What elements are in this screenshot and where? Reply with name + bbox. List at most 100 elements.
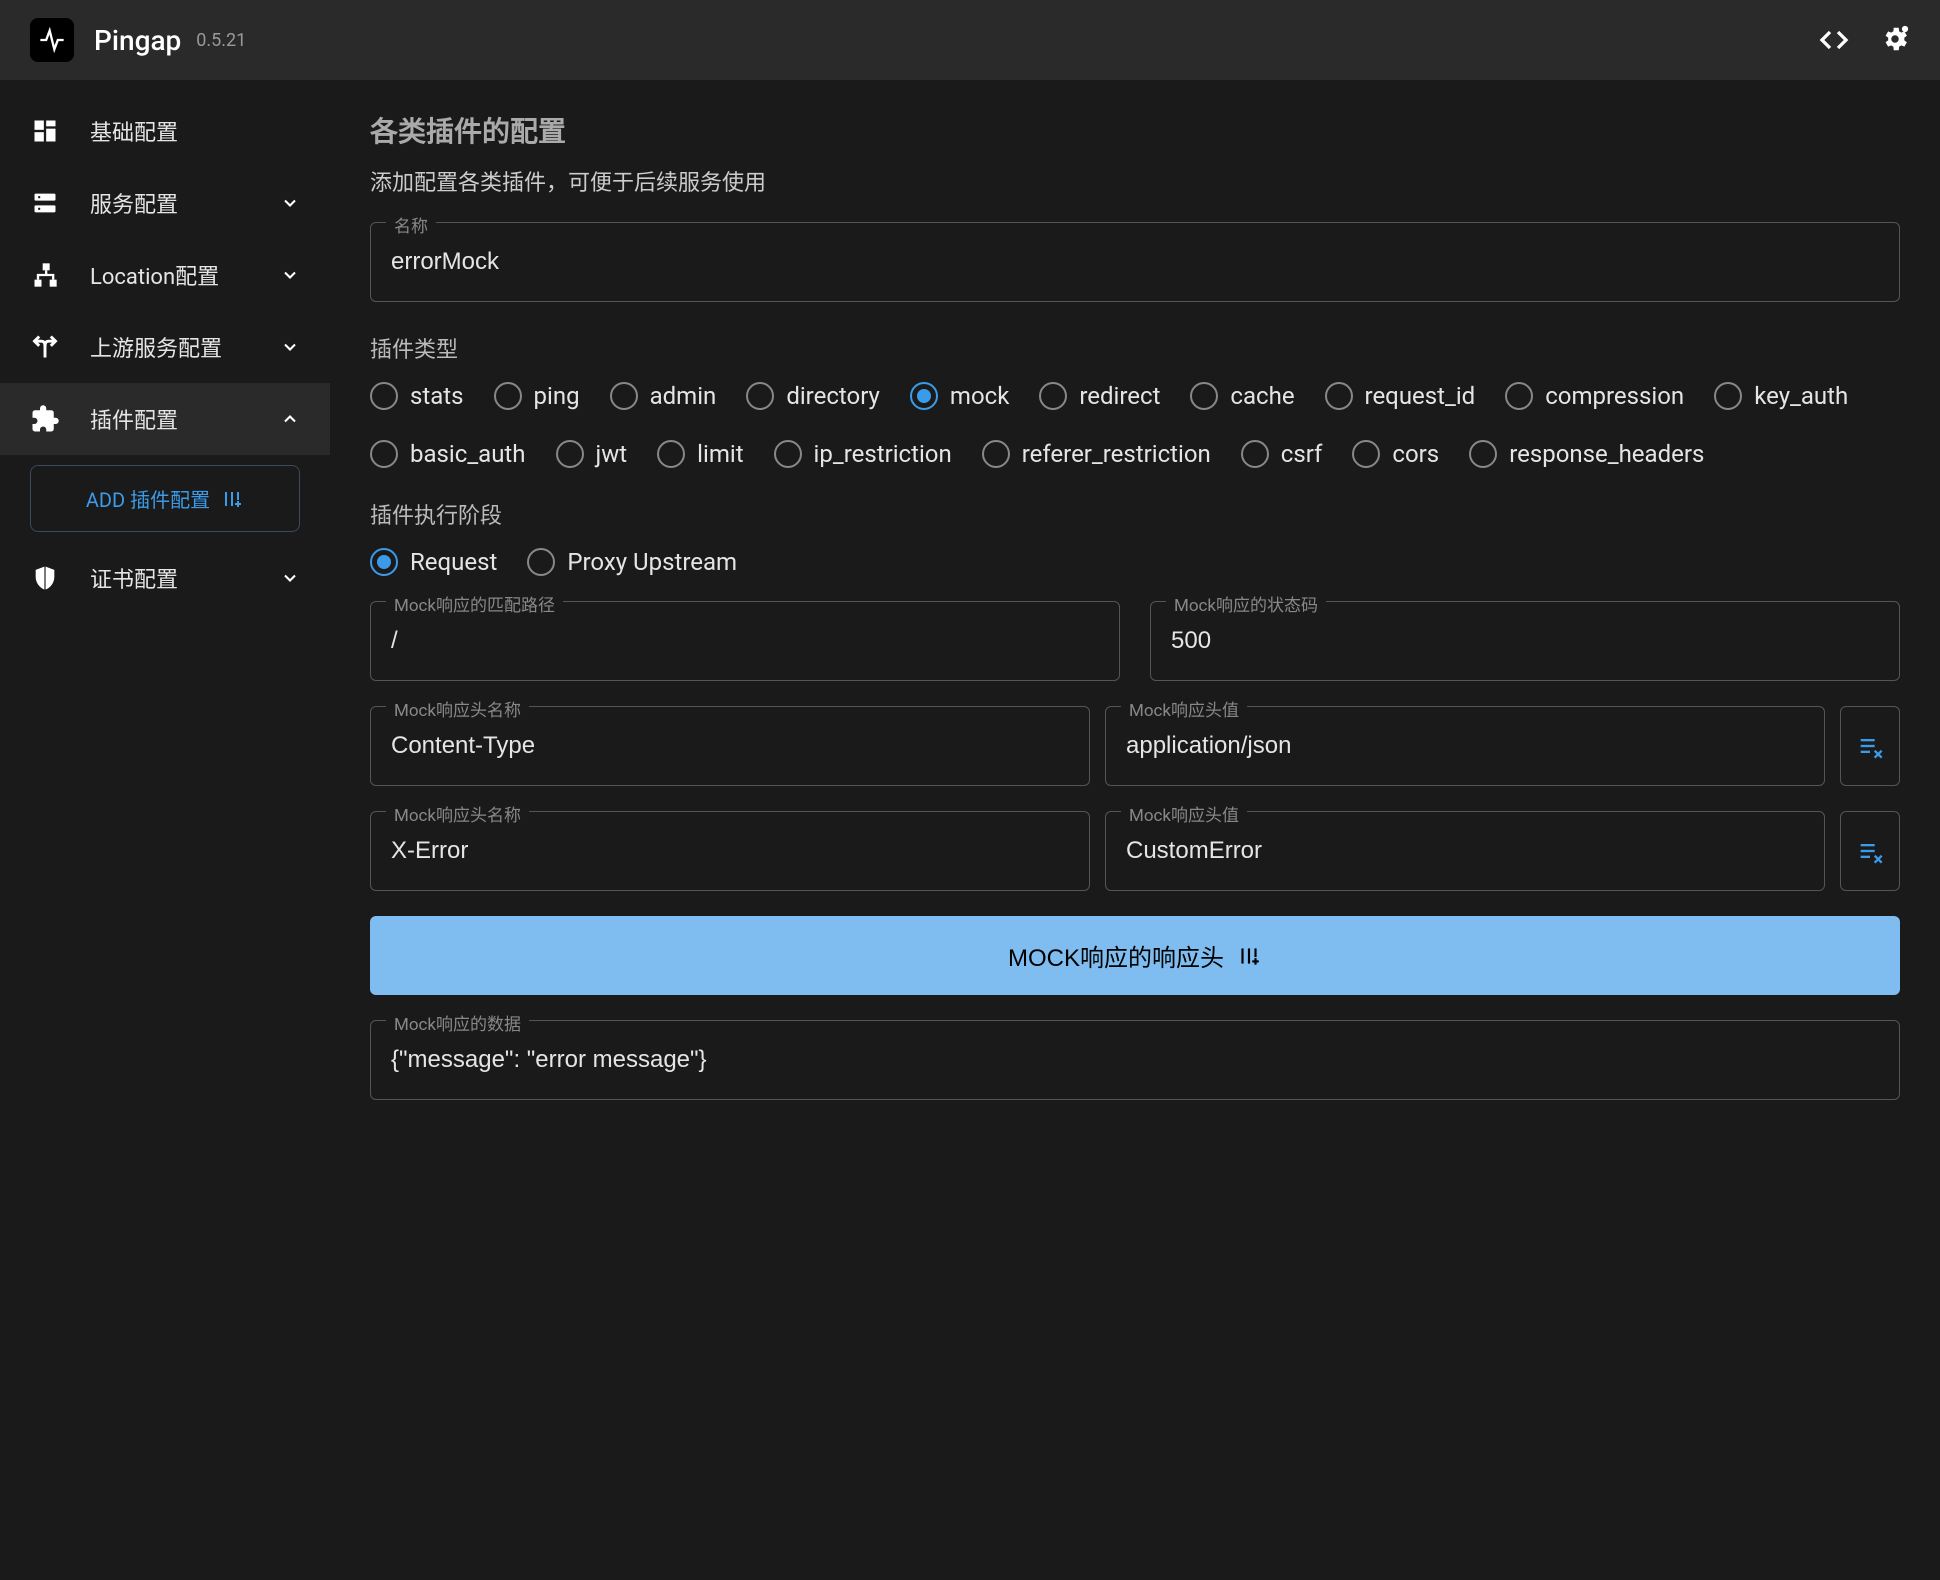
radio-ip_restriction[interactable]: ip_restriction — [774, 440, 952, 468]
radio-request[interactable]: Request — [370, 548, 497, 576]
add-button-label: ADD 插件配置 — [86, 484, 210, 513]
sidebar-item-basic[interactable]: 基础配置 — [0, 95, 330, 167]
radio-compression[interactable]: compression — [1505, 382, 1684, 410]
header-value-group: Mock响应头值 — [1105, 706, 1825, 786]
data-field-group: Mock响应的数据 — [370, 1020, 1900, 1100]
radio-stats[interactable]: stats — [370, 382, 464, 410]
mock-headers-button-label: MOCK响应的响应头 — [1008, 938, 1224, 973]
page-subtitle: 添加配置各类插件，可便于后续服务使用 — [370, 165, 1900, 197]
radio-basic_auth[interactable]: basic_auth — [370, 440, 526, 468]
radio-circle-icon — [982, 440, 1010, 468]
app-name: Pingap — [94, 24, 181, 57]
radio-circle-icon — [746, 382, 774, 410]
radio-circle-icon — [910, 382, 938, 410]
sidebar-item-label: 上游服务配置 — [90, 331, 280, 363]
sidebar-item-upstream[interactable]: 上游服务配置 — [0, 311, 330, 383]
radio-cors[interactable]: cors — [1352, 440, 1439, 468]
settings-gear-icon[interactable] — [1880, 24, 1910, 56]
data-input[interactable] — [370, 1020, 1900, 1100]
sidebar: 基础配置 服务配置 Location配置 上游服务配置 — [0, 80, 330, 1580]
header-name-group: Mock响应头名称 — [370, 811, 1090, 891]
app-header: Pingap 0.5.21 — [0, 0, 1940, 80]
radio-label: Proxy Upstream — [567, 548, 737, 576]
mock-headers-button[interactable]: MOCK响应的响应头 — [370, 916, 1900, 995]
page-title: 各类插件的配置 — [370, 110, 1900, 150]
radio-label: ip_restriction — [814, 440, 952, 468]
radio-ping[interactable]: ping — [494, 382, 580, 410]
puzzle-icon — [30, 404, 60, 434]
sidebar-item-plugins[interactable]: 插件配置 — [0, 383, 330, 455]
radio-circle-icon — [1325, 382, 1353, 410]
header-row: Mock响应头名称 Mock响应头值 — [370, 811, 1900, 891]
radio-circle-icon — [370, 548, 398, 576]
radio-label: cache — [1230, 382, 1294, 410]
radio-label: key_auth — [1754, 382, 1848, 410]
radio-label: jwt — [596, 440, 628, 468]
sidebar-item-server[interactable]: 服务配置 — [0, 167, 330, 239]
radio-key_auth[interactable]: key_auth — [1714, 382, 1848, 410]
radio-label: compression — [1545, 382, 1684, 410]
radio-mock[interactable]: mock — [910, 382, 1009, 410]
radio-circle-icon — [527, 548, 555, 576]
radio-label: Request — [410, 548, 497, 576]
radio-redirect[interactable]: redirect — [1039, 382, 1160, 410]
plugin-type-label: 插件类型 — [370, 332, 1900, 364]
radio-circle-icon — [774, 440, 802, 468]
chevron-down-icon — [280, 568, 300, 588]
radio-admin[interactable]: admin — [610, 382, 717, 410]
radio-circle-icon — [1352, 440, 1380, 468]
header-name-label: Mock响应头名称 — [386, 696, 529, 721]
radio-response_headers[interactable]: response_headers — [1469, 440, 1704, 468]
header-value-label: Mock响应头值 — [1121, 801, 1247, 826]
shield-icon — [30, 563, 60, 593]
sidebar-item-label: Location配置 — [90, 259, 280, 291]
sidebar-item-label: 基础配置 — [90, 115, 300, 147]
radio-directory[interactable]: directory — [746, 382, 880, 410]
hierarchy-icon — [30, 260, 60, 290]
dashboard-icon — [30, 116, 60, 146]
sidebar-item-label: 服务配置 — [90, 187, 280, 219]
data-label: Mock响应的数据 — [386, 1010, 529, 1035]
radio-label: stats — [410, 382, 464, 410]
radio-referer_restriction[interactable]: referer_restriction — [982, 440, 1211, 468]
main-content: 各类插件的配置 添加配置各类插件，可便于后续服务使用 名称 插件类型 stats… — [330, 80, 1940, 1580]
header-row: Mock响应头名称 Mock响应头值 — [370, 706, 1900, 786]
chevron-down-icon — [280, 193, 300, 213]
header-name-label: Mock响应头名称 — [386, 801, 529, 826]
code-icon[interactable] — [1818, 24, 1850, 56]
add-plugin-button[interactable]: ADD 插件配置 — [30, 465, 300, 532]
radio-label: mock — [950, 382, 1009, 410]
header-name-group: Mock响应头名称 — [370, 706, 1090, 786]
radio-cache[interactable]: cache — [1190, 382, 1294, 410]
delete-header-button[interactable] — [1840, 706, 1900, 786]
radio-request_id[interactable]: request_id — [1325, 382, 1476, 410]
exec-stage-label: 插件执行阶段 — [370, 498, 1900, 530]
name-input[interactable] — [370, 222, 1900, 302]
radio-csrf[interactable]: csrf — [1241, 440, 1323, 468]
radio-circle-icon — [610, 382, 638, 410]
radio-circle-icon — [1469, 440, 1497, 468]
path-field-group: Mock响应的匹配路径 — [370, 601, 1120, 681]
radio-jwt[interactable]: jwt — [556, 440, 628, 468]
chevron-down-icon — [280, 265, 300, 285]
radio-limit[interactable]: limit — [657, 440, 743, 468]
sidebar-item-label: 插件配置 — [90, 403, 280, 435]
radio-label: referer_restriction — [1022, 440, 1211, 468]
app-version: 0.5.21 — [196, 30, 246, 51]
status-label: Mock响应的状态码 — [1166, 591, 1326, 616]
logo-icon — [30, 18, 74, 62]
radio-circle-icon — [1241, 440, 1269, 468]
sidebar-item-cert[interactable]: 证书配置 — [0, 542, 330, 614]
radio-circle-icon — [1039, 382, 1067, 410]
radio-label: directory — [786, 382, 880, 410]
sidebar-item-location[interactable]: Location配置 — [0, 239, 330, 311]
plugin-type-radio-group: stats ping admin directory mock redirect cache… — [370, 382, 1900, 468]
delete-header-button[interactable] — [1840, 811, 1900, 891]
name-field-group: 名称 — [370, 222, 1900, 302]
chevron-down-icon — [280, 337, 300, 357]
chevron-up-icon — [280, 409, 300, 429]
radio-label: admin — [650, 382, 717, 410]
radio-proxy-upstream[interactable]: Proxy Upstream — [527, 548, 737, 576]
radio-label: basic_auth — [410, 440, 526, 468]
radio-label: response_headers — [1509, 440, 1704, 468]
